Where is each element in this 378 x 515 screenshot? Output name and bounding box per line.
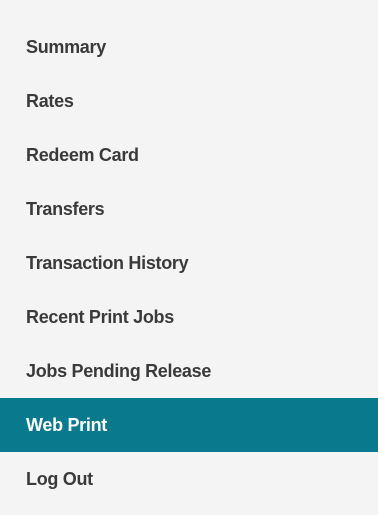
nav-item-redeem-card[interactable]: Redeem Card (0, 128, 378, 182)
nav-item-transfers[interactable]: Transfers (0, 182, 378, 236)
nav-list: Summary Rates Redeem Card Transfers Tran… (0, 20, 378, 506)
nav-item-log-out[interactable]: Log Out (0, 452, 378, 506)
nav-item-web-print[interactable]: Web Print (0, 398, 378, 452)
nav-item-rates[interactable]: Rates (0, 74, 378, 128)
side-navigation: Summary Rates Redeem Card Transfers Tran… (0, 0, 378, 515)
nav-item-jobs-pending-release[interactable]: Jobs Pending Release (0, 344, 378, 398)
nav-item-summary[interactable]: Summary (0, 20, 378, 74)
nav-item-recent-print-jobs[interactable]: Recent Print Jobs (0, 290, 378, 344)
nav-item-transaction-history[interactable]: Transaction History (0, 236, 378, 290)
